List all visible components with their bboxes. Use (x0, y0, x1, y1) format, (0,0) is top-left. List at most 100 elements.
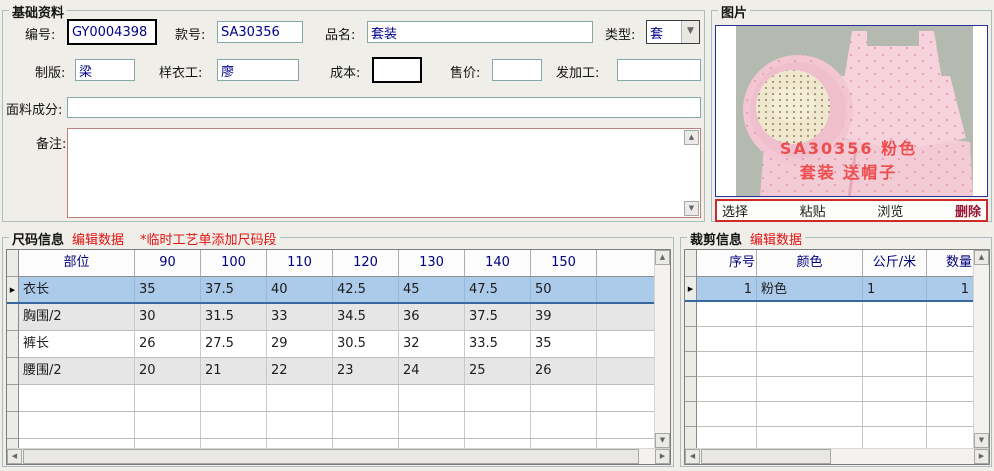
row-selector[interactable] (7, 358, 19, 385)
cell[interactable] (135, 412, 201, 439)
cell[interactable] (863, 302, 927, 327)
scroll-down-icon[interactable]: ▼ (974, 433, 989, 448)
cell[interactable]: 腰围/2 (19, 358, 135, 385)
cell[interactable]: 37.5 (201, 277, 267, 302)
scroll-up-icon[interactable]: ▲ (655, 250, 670, 265)
cell[interactable]: 39 (531, 304, 597, 331)
cell[interactable]: 47.5 (465, 277, 531, 302)
scroll-down-icon[interactable]: ▼ (684, 201, 699, 216)
column-header[interactable]: 部位 (19, 250, 135, 277)
cell[interactable]: 36 (399, 304, 465, 331)
scroll-up-icon[interactable]: ▲ (684, 130, 699, 145)
cell[interactable]: 35 (135, 277, 201, 302)
cell[interactable] (697, 352, 757, 377)
cell[interactable] (201, 412, 267, 439)
hscroll-thumb[interactable] (701, 449, 831, 464)
cell[interactable] (465, 385, 531, 412)
cell[interactable]: 1 (927, 277, 973, 300)
size-table[interactable]: 部位 90 100 110 120 130 140 150 ▶ 衣长 35 37.5 40 42.5 45 4… (6, 249, 671, 465)
cell[interactable] (697, 302, 757, 327)
outsource-input[interactable] (617, 59, 701, 81)
cell[interactable] (757, 327, 863, 352)
cell[interactable] (19, 439, 135, 448)
cell[interactable] (697, 377, 757, 402)
cell[interactable] (597, 385, 654, 412)
cut-table-hscrollbar[interactable]: ◀ ▶ (685, 448, 989, 464)
cell[interactable] (201, 439, 267, 448)
cell[interactable] (597, 439, 654, 448)
cell[interactable] (927, 352, 973, 377)
cell[interactable]: 34.5 (333, 304, 399, 331)
cell[interactable]: 20 (135, 358, 201, 385)
scroll-right-icon[interactable]: ▶ (655, 449, 670, 464)
paste-button[interactable]: 粘贴 (800, 201, 826, 220)
row-selector[interactable] (685, 352, 697, 377)
size-table-rows[interactable]: 部位 90 100 110 120 130 140 150 ▶ 衣长 35 37.5 40 42.5 45 4… (7, 250, 654, 448)
row-selector[interactable] (7, 304, 19, 331)
size-edit-data-link[interactable]: 编辑数据 (72, 233, 124, 248)
cell[interactable]: 40 (267, 277, 333, 302)
row-selector[interactable] (7, 385, 19, 412)
cell[interactable]: 50 (531, 277, 597, 302)
column-header[interactable]: 公斤/米 (863, 250, 927, 277)
empty-row[interactable] (685, 352, 973, 377)
cell[interactable]: 24 (399, 358, 465, 385)
size-table-hscrollbar[interactable]: ◀ ▶ (7, 448, 670, 464)
row-selector[interactable] (685, 427, 697, 448)
hscroll-thumb[interactable] (23, 449, 639, 464)
cell[interactable] (267, 385, 333, 412)
cell[interactable]: 32 (399, 331, 465, 358)
cell[interactable]: 35 (531, 331, 597, 358)
scroll-down-icon[interactable]: ▼ (655, 433, 670, 448)
scroll-right-icon[interactable]: ▶ (974, 449, 989, 464)
patternmaker-input[interactable] (75, 59, 135, 81)
row-selector-header[interactable] (7, 250, 19, 277)
cell[interactable] (597, 358, 654, 385)
table-row[interactable]: ▶ 衣长 35 37.5 40 42.5 45 47.5 50 (7, 277, 654, 304)
cell[interactable]: 衣长 (19, 277, 135, 302)
cell[interactable]: 30 (135, 304, 201, 331)
cell[interactable] (757, 427, 863, 448)
row-selector-header[interactable] (685, 250, 697, 277)
chevron-down-icon[interactable]: ▼ (681, 21, 699, 43)
cell[interactable]: 33.5 (465, 331, 531, 358)
cell[interactable]: 29 (267, 331, 333, 358)
empty-row[interactable] (685, 377, 973, 402)
memo-textarea[interactable]: ▲ ▼ (67, 128, 701, 218)
scroll-left-icon[interactable]: ◀ (685, 449, 700, 464)
scroll-left-icon[interactable]: ◀ (7, 449, 22, 464)
cell[interactable] (697, 327, 757, 352)
product-name-input[interactable] (367, 21, 593, 43)
row-selector[interactable] (685, 302, 697, 327)
cell[interactable] (927, 327, 973, 352)
row-selector[interactable] (7, 412, 19, 439)
cell[interactable] (333, 385, 399, 412)
cell[interactable]: 27.5 (201, 331, 267, 358)
column-header[interactable]: 数量 (927, 250, 973, 277)
cell[interactable] (863, 327, 927, 352)
empty-row[interactable] (7, 439, 654, 448)
column-header[interactable]: 110 (267, 250, 333, 277)
delete-button[interactable]: 删除 (955, 201, 981, 220)
cell[interactable] (465, 439, 531, 448)
cell[interactable]: 1 (697, 277, 757, 300)
cell[interactable]: 26 (135, 331, 201, 358)
cell[interactable] (597, 277, 654, 302)
row-selector[interactable]: ▶ (685, 277, 697, 300)
cell[interactable] (597, 331, 654, 358)
cell[interactable] (267, 412, 333, 439)
memo-scrollbar[interactable]: ▲ ▼ (682, 130, 699, 216)
cell[interactable] (697, 427, 757, 448)
style-input[interactable] (217, 21, 303, 43)
cell[interactable] (863, 377, 927, 402)
cell[interactable]: 31.5 (201, 304, 267, 331)
cut-table[interactable]: 序号 颜色 公斤/米 数量 ▶ 1 粉色 1 1 ▲ ▼ ◀ ▶ (684, 249, 990, 465)
table-row[interactable]: 胸围/2 30 31.5 33 34.5 36 37.5 39 (7, 304, 654, 331)
cell[interactable] (201, 385, 267, 412)
cell[interactable]: 裤长 (19, 331, 135, 358)
column-header[interactable]: 120 (333, 250, 399, 277)
row-selector[interactable]: ▶ (7, 277, 19, 302)
cut-table-vscrollbar[interactable]: ▲ ▼ (973, 250, 989, 448)
column-header[interactable]: 颜色 (757, 250, 863, 277)
cell[interactable]: 1 (863, 277, 927, 300)
